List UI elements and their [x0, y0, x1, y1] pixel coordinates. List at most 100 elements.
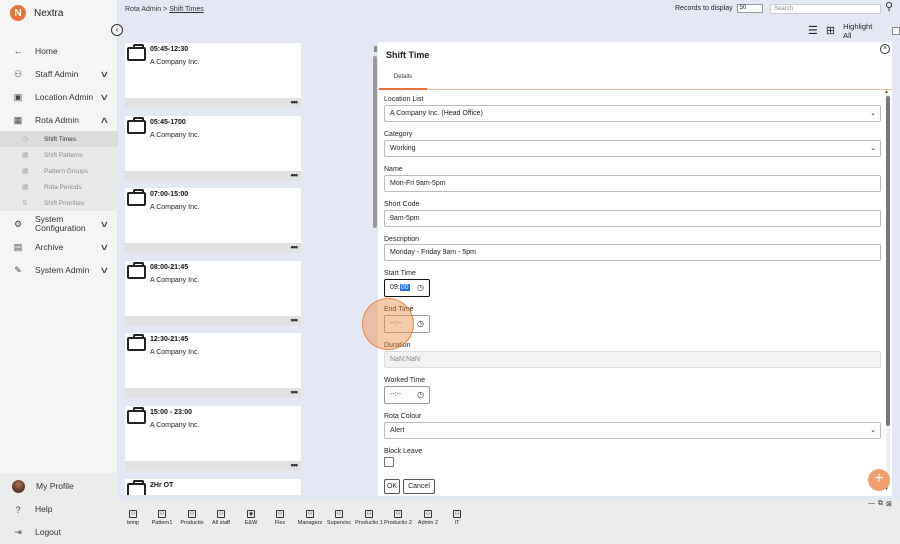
sidebar-item-home[interactable]: ← Home [0, 40, 118, 62]
category-select[interactable]: Working ⌄ [384, 140, 881, 157]
breadcrumb-parent[interactable]: Rota Admin [125, 6, 161, 13]
splitter-bar[interactable] [373, 56, 377, 228]
sidebar-item-system-configuration[interactable]: ⚙ System Configuration ∨ [0, 212, 118, 236]
brand[interactable]: N Nextra [10, 5, 63, 21]
view-tab-productio[interactable]: ⚇ Productio [177, 510, 207, 526]
tab-details[interactable]: Details [379, 72, 427, 90]
view-tab-admin-2[interactable]: ⚇ Admin 2 [413, 510, 443, 526]
user-icon: ⚇ [129, 510, 137, 518]
view-tab-all-staff[interactable]: ⚇ All staff [206, 510, 236, 526]
breadcrumb-current[interactable]: Shift Times [169, 6, 204, 13]
view-tab-it[interactable]: ⚇ IT [442, 510, 472, 526]
sidebar-item-label: System Admin [35, 264, 90, 275]
scroll-thumb[interactable] [886, 96, 890, 426]
scrollbar[interactable] [886, 94, 890, 486]
shift-card[interactable]: 05:45-1700 A Company Inc. ••• [125, 116, 301, 181]
view-tab-pattern1[interactable]: ⚇ Pattern1 [147, 510, 177, 526]
minimize-icon[interactable]: — [868, 500, 875, 508]
ok-button[interactable]: OK [384, 479, 400, 494]
view-tab-label: Pattern1 [151, 520, 173, 526]
shift-card-company: A Company Inc. [150, 277, 200, 284]
list-view-icon[interactable]: ☰ [808, 25, 818, 37]
category-value: Working [390, 145, 416, 152]
shift-card-footer: ••• [125, 388, 301, 398]
view-tab-supervisc[interactable]: ⚇ Supervisc [324, 510, 354, 526]
chevron-down-icon: ∨ [99, 68, 110, 79]
user-icon: ⚇ [217, 510, 225, 518]
rota-colour-select[interactable]: Alert ⌄ [384, 422, 881, 439]
more-options-icon[interactable]: ••• [291, 98, 299, 107]
view-tab-flex[interactable]: ⚇ Flex [265, 510, 295, 526]
breadcrumb-separator: > [163, 6, 168, 13]
view-tab-label: E&W [244, 520, 258, 526]
sidebar-item-my-profile[interactable]: My Profile [0, 475, 118, 498]
description-field[interactable]: Monday - Friday 9am - 5pm [384, 244, 881, 261]
sidebar-item-label: Staff Admin [35, 68, 79, 79]
name-field[interactable]: Mon-Fri 9am-5pm [384, 175, 881, 192]
sidebar-item-label: Help [35, 504, 53, 514]
shift-time-panel: Shift Time × Details ▲ ▼ Location List A… [378, 42, 892, 496]
view-tab-e-and-w[interactable]: ◉ E&W [236, 510, 266, 526]
shift-card-company: A Company Inc. [150, 59, 200, 66]
sidebar-item-label: Logout [35, 527, 61, 537]
sidebar-item-help[interactable]: ? Help [0, 498, 118, 521]
sidebar-item-staff-admin[interactable]: ⚇ Staff Admin ∨ [0, 63, 118, 85]
user-icon: ⚇ [453, 510, 461, 518]
archive-icon: ▤ [13, 241, 23, 252]
worked-time-field[interactable]: --:-- ◷ [384, 386, 430, 404]
clock-icon[interactable]: ◷ [417, 316, 424, 332]
collapse-sidebar-button[interactable]: ‹ [111, 24, 123, 36]
close-window-icon[interactable]: ⊠ [886, 500, 892, 508]
sidebar-item-shift-priorities[interactable]: ⇅ Shift Priorities [0, 195, 118, 211]
shift-card[interactable]: 05:45-12:30 A Company Inc. ••• [125, 43, 301, 108]
location-list-select[interactable]: A Company Inc. (Head Office) ⌄ [384, 105, 881, 122]
shift-card-footer: ••• [125, 171, 301, 181]
briefcase-icon [127, 407, 146, 424]
highlight-all-checkbox[interactable] [892, 27, 900, 35]
sidebar-item-shift-times[interactable]: ◷ Shift Times [0, 131, 118, 147]
view-tab-productio-2[interactable]: ⚇ Productio 2 [383, 510, 413, 526]
sidebar-item-rota-periods[interactable]: ▦ Rota Periods [0, 179, 118, 195]
shift-card[interactable]: 2Hr OT [125, 479, 301, 495]
shift-card[interactable]: 08:00-21:45 A Company Inc. ••• [125, 261, 301, 326]
search-input[interactable]: Search [770, 4, 881, 14]
more-options-icon[interactable]: ••• [291, 388, 299, 397]
add-fab-button[interactable]: + [868, 469, 890, 491]
sidebar-item-shift-patterns[interactable]: ▦ Shift Patterns [0, 147, 118, 163]
records-input[interactable]: 50 [736, 4, 763, 13]
sidebar-item-archive[interactable]: ▤ Archive ∨ [0, 236, 118, 258]
more-options-icon[interactable]: ••• [291, 316, 299, 325]
shift-card[interactable]: 12:30-21:45 A Company Inc. ••• [125, 333, 301, 398]
clock-icon[interactable]: ◷ [417, 387, 424, 403]
sidebar-item-pattern-groups[interactable]: ▦ Pattern Groups [0, 163, 118, 179]
search-icon[interactable]: ⚲ [885, 0, 893, 13]
sidebar-item-location-admin[interactable]: ▣ Location Admin ∨ [0, 85, 118, 109]
close-icon[interactable]: × [880, 44, 890, 54]
cancel-button[interactable]: Cancel [403, 479, 435, 494]
sidebar-item-rota-admin[interactable]: ▦ Rota Admin ∧ [0, 109, 118, 131]
shift-card[interactable]: 07:00-15:00 A Company Inc. ••• [125, 188, 301, 253]
sidebar-item-label: Location Admin [35, 91, 94, 102]
more-options-icon[interactable]: ••• [291, 243, 299, 252]
grid-view-icon[interactable]: ⊞ [826, 25, 835, 37]
splitter-handle[interactable] [374, 46, 377, 52]
short-code-field[interactable]: 9am-5pm [384, 210, 881, 227]
sidebar-item-system-admin[interactable]: ✎ System Admin ∨ [0, 258, 118, 282]
view-tab-productio-1[interactable]: ⚇ Productio 1 [354, 510, 384, 526]
clock-icon[interactable]: ◷ [417, 280, 424, 296]
restore-icon[interactable]: ⧉ [878, 500, 883, 508]
view-tab-temp[interactable]: ⚇ temp [118, 510, 148, 526]
nextra-logo-icon: N [10, 5, 26, 21]
view-tab-managers[interactable]: ⚇ Managers [295, 510, 325, 526]
block-leave-checkbox[interactable] [384, 457, 394, 467]
short-code-label: Short Code [384, 201, 420, 208]
more-options-icon[interactable]: ••• [291, 171, 299, 180]
start-time-hour: 09: [390, 284, 400, 291]
shift-card[interactable]: 15:00 - 23:00 A Company Inc. ••• [125, 406, 301, 471]
breadcrumb: Rota Admin > Shift Times [125, 6, 204, 13]
start-time-field[interactable]: 09:00 ◷ [384, 279, 430, 297]
records-to-display: Records to display 50 [675, 4, 763, 13]
more-options-icon[interactable]: ••• [291, 461, 299, 470]
clock-icon: ◷ [22, 136, 29, 143]
sidebar-item-logout[interactable]: ⇥ Logout [0, 521, 118, 544]
